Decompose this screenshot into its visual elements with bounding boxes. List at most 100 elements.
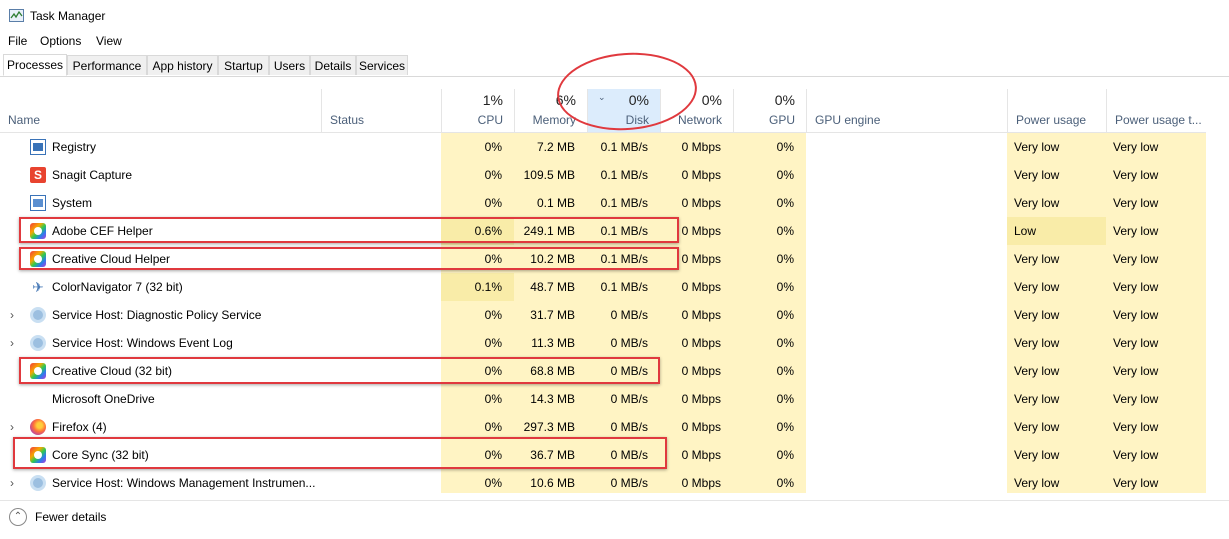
- column-power-trend-label: Power usage t...: [1115, 113, 1202, 127]
- process-name-cell: Registry: [0, 133, 321, 161]
- gpu-engine-cell: [806, 413, 1007, 441]
- service-gear-icon: [30, 335, 46, 351]
- power-usage-value: Very low: [1007, 469, 1106, 493]
- table-row[interactable]: System 0% 0.1 MB 0.1 MB/s 0 Mbps 0% Very low Ve…: [0, 189, 1206, 217]
- expand-chevron-icon[interactable]: ›: [10, 469, 14, 493]
- system-icon: [30, 195, 46, 211]
- scrollbar-track[interactable]: [1206, 89, 1229, 493]
- process-name-cell: › Service Host: Diagnostic Policy Service: [0, 301, 321, 329]
- table-row[interactable]: ✈ ColorNavigator 7 (32 bit) 0.1% 48.7 MB 0.1…: [0, 273, 1206, 301]
- title-bar: Task Manager: [0, 0, 1229, 30]
- cpu-value: 0.6%: [441, 217, 514, 245]
- cpu-value: 0%: [441, 133, 514, 161]
- column-header-power-usage[interactable]: Power usage: [1007, 89, 1106, 132]
- process-name: Adobe CEF Helper: [52, 224, 153, 238]
- network-value: 0 Mbps: [660, 329, 733, 357]
- cpu-value: 0%: [441, 329, 514, 357]
- disk-value: 0 MB/s: [587, 413, 660, 441]
- column-header-power-trend[interactable]: Power usage t...: [1106, 89, 1206, 132]
- expand-chevron-icon[interactable]: ›: [10, 301, 14, 329]
- tab-performance[interactable]: Performance: [67, 55, 147, 75]
- creative-cloud-icon: [30, 223, 46, 239]
- power-trend-value: Very low: [1106, 217, 1206, 245]
- network-total-percent: 0%: [701, 92, 722, 108]
- memory-value: 11.3 MB: [514, 329, 587, 357]
- column-header-memory[interactable]: 6% Memory: [514, 89, 587, 132]
- table-row[interactable]: › Service Host: Windows Management Instru…: [0, 469, 1206, 493]
- menu-view[interactable]: View: [96, 34, 122, 48]
- gpu-value: 0%: [733, 469, 806, 493]
- column-header-name[interactable]: Name: [0, 89, 321, 132]
- status-cell: [321, 329, 441, 357]
- table-row[interactable]: › Service Host: Windows Event Log 0% 11.3 M…: [0, 329, 1206, 357]
- disk-value: 0.1 MB/s: [587, 273, 660, 301]
- process-name-cell: Creative Cloud Helper: [0, 245, 321, 273]
- menu-file[interactable]: File: [8, 34, 27, 48]
- power-usage-value: Very low: [1007, 385, 1106, 413]
- cpu-value: 0%: [441, 301, 514, 329]
- table-row[interactable]: › Service Host: Diagnostic Policy Service…: [0, 301, 1206, 329]
- tab-processes[interactable]: Processes: [3, 54, 67, 76]
- table-row[interactable]: Adobe CEF Helper 0.6% 249.1 MB 0.1 MB/s 0 Mb…: [0, 217, 1206, 245]
- creative-cloud-icon: [30, 251, 46, 267]
- table-row[interactable]: › Firefox (4) 0% 297.3 MB 0 MB/s 0 Mbps 0% Very…: [0, 413, 1206, 441]
- gpu-total-percent: 0%: [774, 92, 795, 108]
- memory-value: 0.1 MB: [514, 189, 587, 217]
- process-name-cell: ✈ ColorNavigator 7 (32 bit): [0, 273, 321, 301]
- table-row[interactable]: Creative Cloud Helper 0% 10.2 MB 0.1 MB/s 0 …: [0, 245, 1206, 273]
- process-name: Service Host: Diagnostic Policy Service: [52, 308, 262, 322]
- column-header-disk[interactable]: ⌄ 0% Disk: [587, 89, 660, 132]
- expand-chevron-icon[interactable]: ›: [10, 329, 14, 357]
- fewer-details-link[interactable]: Fewer details: [35, 510, 106, 524]
- status-cell: [321, 301, 441, 329]
- column-header-cpu[interactable]: 1% CPU: [441, 89, 514, 132]
- network-value: 0 Mbps: [660, 357, 733, 385]
- process-name: Service Host: Windows Management Instrum…: [52, 476, 316, 490]
- table-row[interactable]: S Snagit Capture 0% 109.5 MB 0.1 MB/s 0 Mbps 0…: [0, 161, 1206, 189]
- cpu-value: 0%: [441, 385, 514, 413]
- power-usage-value: Low: [1007, 217, 1106, 245]
- tab-services[interactable]: Services: [356, 55, 408, 75]
- tab-app-history[interactable]: App history: [147, 55, 218, 75]
- tab-details[interactable]: Details: [310, 55, 356, 75]
- table-row[interactable]: Core Sync (32 bit) 0% 36.7 MB 0 MB/s 0 Mbps 0…: [0, 441, 1206, 469]
- power-trend-value: Very low: [1106, 133, 1206, 161]
- process-name: System: [52, 196, 93, 210]
- power-usage-value: Very low: [1007, 133, 1106, 161]
- power-trend-value: Very low: [1106, 301, 1206, 329]
- table-row[interactable]: Microsoft OneDrive 0% 14.3 MB 0 MB/s 0 Mbps 0…: [0, 385, 1206, 413]
- gpu-value: 0%: [733, 441, 806, 469]
- memory-value: 36.7 MB: [514, 441, 587, 469]
- gpu-engine-cell: [806, 273, 1007, 301]
- network-value: 0 Mbps: [660, 441, 733, 469]
- column-memory-label: Memory: [532, 113, 576, 127]
- disk-value: 0 MB/s: [587, 329, 660, 357]
- colornavigator-icon: ✈: [32, 279, 44, 295]
- column-header-network[interactable]: 0% Network: [660, 89, 733, 132]
- disk-value: 0.1 MB/s: [587, 217, 660, 245]
- cpu-value: 0%: [441, 441, 514, 469]
- gpu-value: 0%: [733, 133, 806, 161]
- cpu-value: 0%: [441, 469, 514, 493]
- menu-options[interactable]: Options: [40, 34, 81, 48]
- network-value: 0 Mbps: [660, 189, 733, 217]
- gpu-value: 0%: [733, 189, 806, 217]
- column-header-gpu[interactable]: 0% GPU: [733, 89, 806, 132]
- column-status-label: Status: [330, 113, 365, 127]
- table-row[interactable]: Registry 0% 7.2 MB 0.1 MB/s 0 Mbps 0% Very low…: [0, 133, 1206, 161]
- table-row[interactable]: Creative Cloud (32 bit) 0% 68.8 MB 0 MB/s 0 …: [0, 357, 1206, 385]
- column-header-gpu-engine[interactable]: GPU engine: [806, 89, 1007, 132]
- status-cell: [321, 245, 441, 273]
- disk-value: 0 MB/s: [587, 385, 660, 413]
- chevron-up-circle-icon[interactable]: ⌃: [9, 508, 27, 526]
- network-value: 0 Mbps: [660, 217, 733, 245]
- gpu-value: 0%: [733, 245, 806, 273]
- column-header-status[interactable]: Status: [321, 89, 441, 132]
- memory-value: 10.6 MB: [514, 469, 587, 493]
- power-trend-value: Very low: [1106, 189, 1206, 217]
- tab-startup[interactable]: Startup: [218, 55, 269, 75]
- network-value: 0 Mbps: [660, 273, 733, 301]
- expand-chevron-icon[interactable]: ›: [10, 413, 14, 441]
- network-value: 0 Mbps: [660, 469, 733, 493]
- tab-users[interactable]: Users: [269, 55, 310, 75]
